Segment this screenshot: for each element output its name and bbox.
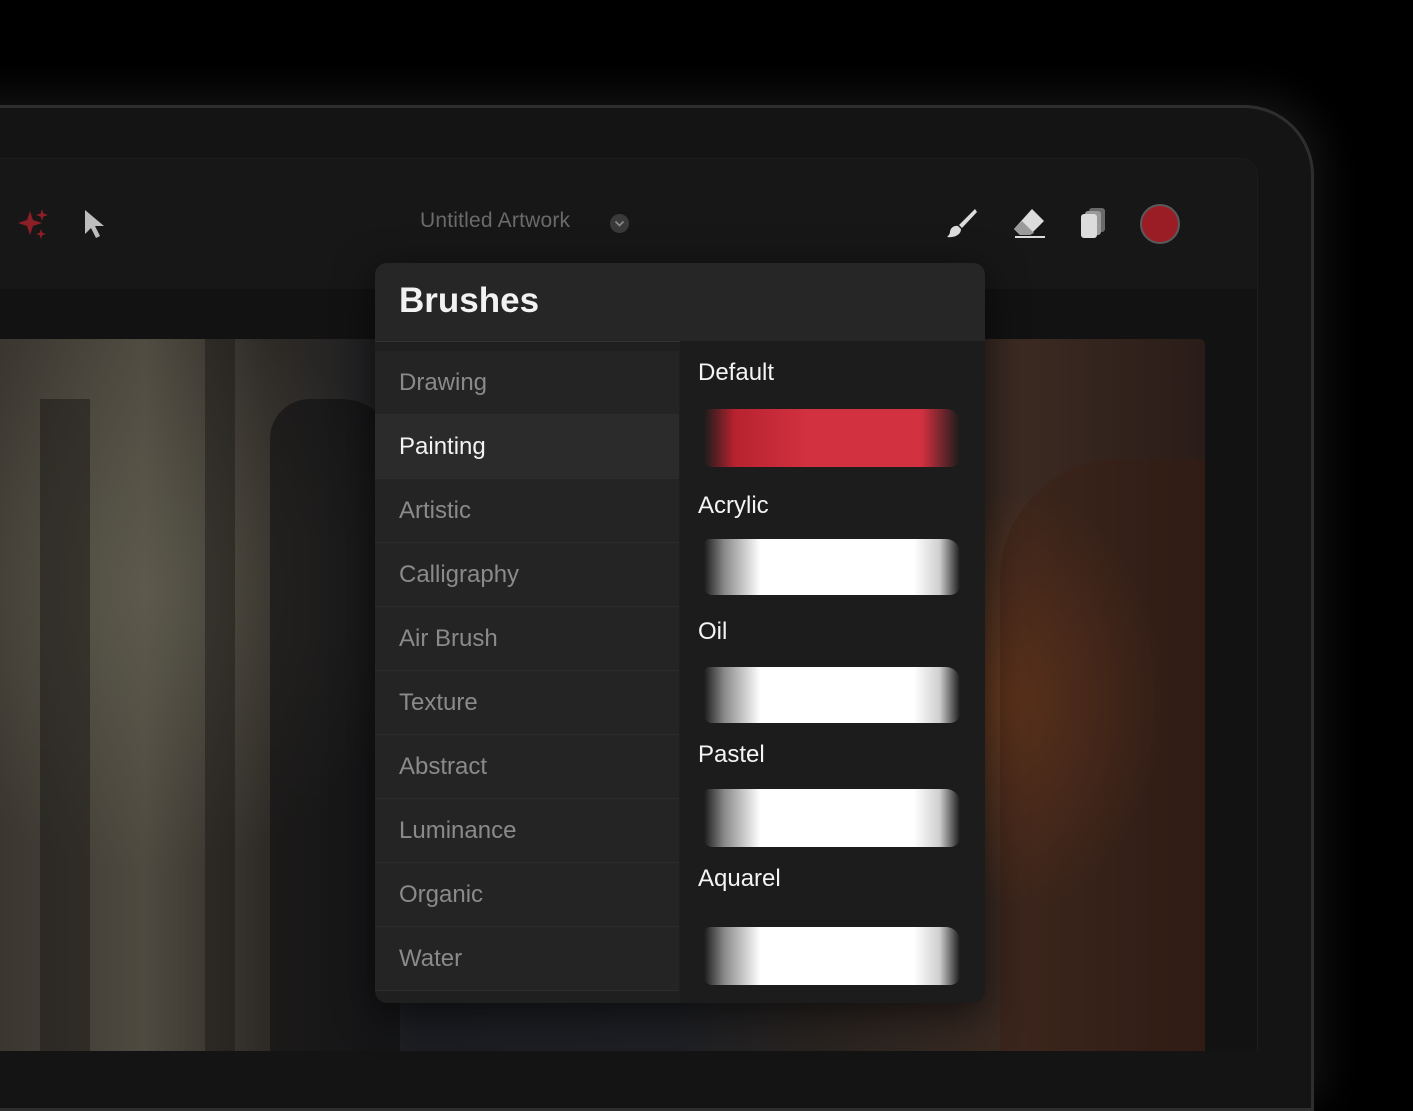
brush-stroke-preview [704, 789, 960, 847]
category-luminance[interactable]: Luminance [375, 799, 679, 863]
layers-icon[interactable] [1076, 205, 1110, 241]
cursor-icon[interactable] [80, 207, 110, 241]
artwork-title[interactable]: Untitled Artwork [420, 209, 570, 233]
chevron-down-icon[interactable] [610, 214, 629, 233]
brush-name: Acrylic [698, 492, 769, 519]
brush-name: Pastel [698, 741, 765, 768]
category-calligraphy[interactable]: Calligraphy [375, 543, 679, 607]
brush-name: Default [698, 359, 775, 386]
brush-stroke-preview [704, 539, 960, 595]
category-abstract[interactable]: Abstract [375, 735, 679, 799]
category-list: Drawing Painting Artistic Calligraphy Ai… [375, 351, 679, 991]
category-water[interactable]: Water [375, 927, 679, 991]
category-organic[interactable]: Organic [375, 863, 679, 927]
brush-stroke-preview [704, 667, 960, 723]
panel-title: Brushes [399, 281, 540, 320]
brush-name: Aquarel [698, 865, 781, 892]
sparkle-icon[interactable] [14, 207, 52, 241]
category-painting[interactable]: Painting [375, 415, 679, 479]
brush-name: Oil [698, 618, 728, 645]
category-texture[interactable]: Texture [375, 671, 679, 735]
brush-stroke-preview [704, 409, 960, 467]
brush-stroke-preview [704, 927, 960, 985]
brush-list: Default Acrylic Oil Pastel Aquarel [680, 341, 985, 1003]
brushes-panel: Brushes Drawing Painting Artistic Callig… [375, 263, 985, 1003]
panel-header: Brushes [375, 263, 985, 342]
canvas-shape [40, 399, 90, 1051]
eraser-icon[interactable] [1010, 205, 1048, 241]
category-drawing[interactable]: Drawing [375, 351, 679, 415]
brush-icon[interactable] [944, 205, 980, 241]
canvas-shape [1000, 459, 1205, 1051]
color-swatch[interactable] [1140, 204, 1180, 244]
category-artistic[interactable]: Artistic [375, 479, 679, 543]
category-air-brush[interactable]: Air Brush [375, 607, 679, 671]
canvas-shape [205, 339, 235, 1051]
